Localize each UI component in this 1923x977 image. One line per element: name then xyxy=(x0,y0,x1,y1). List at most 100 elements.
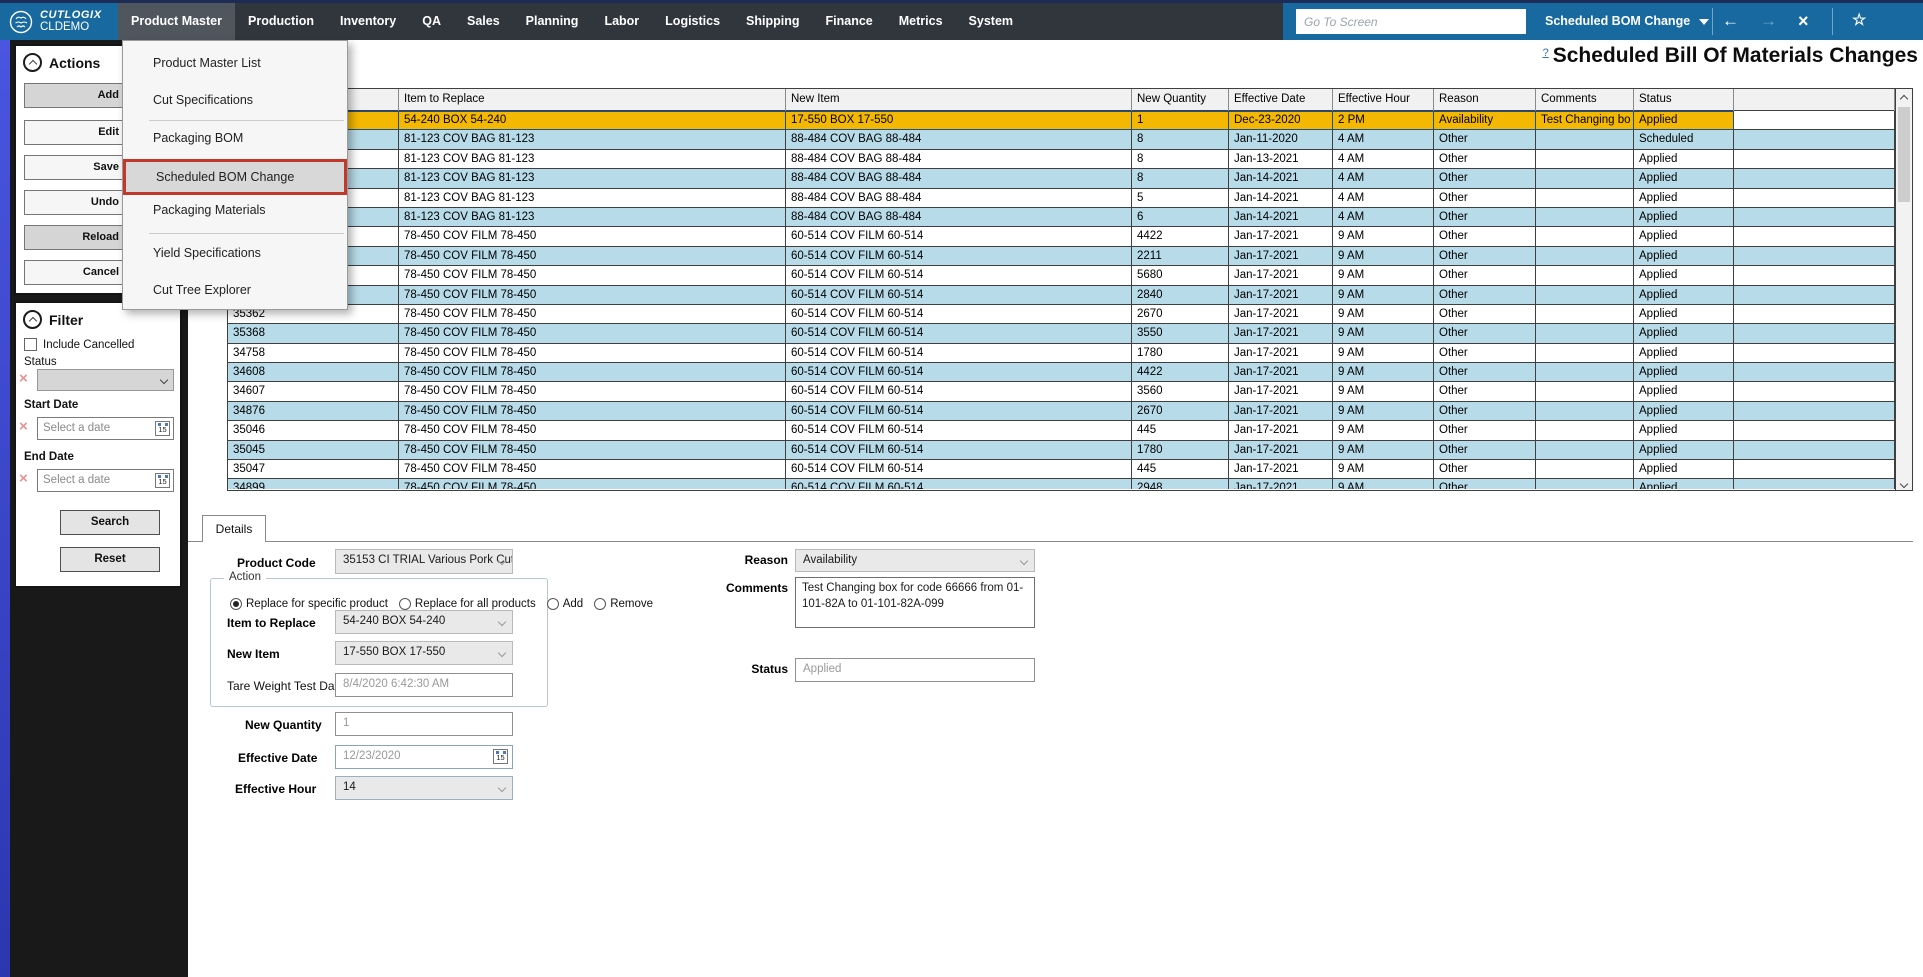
column-header-effective-date[interactable]: Effective Date xyxy=(1229,89,1333,111)
effective-date-input[interactable]: 12/23/2020 15 xyxy=(335,745,513,769)
cell-id: 35047 xyxy=(228,460,399,479)
menu-item-product-master-list[interactable]: Product Master List xyxy=(123,47,347,80)
menu-item-cut-tree-explorer[interactable]: Cut Tree Explorer xyxy=(123,274,347,307)
scroll-down-button[interactable] xyxy=(1896,474,1912,490)
table-row[interactable]: 3489978-450 COV FILM 78-45060-514 COV FI… xyxy=(228,479,1895,489)
table-row[interactable]: 81-123 COV BAG 81-12388-484 COV BAG 88-4… xyxy=(228,189,1895,208)
cell-hour: 9 AM xyxy=(1333,305,1434,324)
vertical-scrollbar[interactable] xyxy=(1895,89,1912,490)
topbar-menu-system[interactable]: System xyxy=(956,3,1026,40)
clear-status-icon[interactable]: × xyxy=(19,368,28,390)
radio-option-remove[interactable]: Remove xyxy=(594,598,653,610)
table-row[interactable]: 81-123 COV BAG 81-12388-484 COV BAG 88-4… xyxy=(228,150,1895,169)
table-row[interactable]: 3536278-450 COV FILM 78-45060-514 COV FI… xyxy=(228,305,1895,324)
collapse-filter-icon[interactable] xyxy=(23,310,42,329)
column-header-status[interactable]: Status xyxy=(1634,89,1734,111)
start-date-input[interactable]: Select a date 15 xyxy=(37,417,174,440)
cell-extra xyxy=(1734,169,1895,188)
table-row[interactable]: 3475878-450 COV FILM 78-45060-514 COV FI… xyxy=(228,344,1895,363)
topbar-menu-product-master[interactable]: Product Master xyxy=(118,3,235,40)
column-header-item-to-replace[interactable]: Item to Replace xyxy=(399,89,786,111)
table-row[interactable]: 3460878-450 COV FILM 78-45060-514 COV FI… xyxy=(228,363,1895,382)
radio-option-add[interactable]: Add xyxy=(547,598,583,610)
scrollbar-thumb[interactable] xyxy=(1898,107,1910,202)
radio-option-replace-for-specific-product[interactable]: Replace for specific product xyxy=(230,598,388,610)
column-header-new-quantity[interactable]: New Quantity xyxy=(1132,89,1229,111)
table-row[interactable]: 3460778-450 COV FILM 78-45060-514 COV FI… xyxy=(228,382,1895,401)
search-button[interactable]: Search xyxy=(60,510,160,535)
new-quantity-input[interactable]: 1 xyxy=(335,712,513,736)
topbar-menu-logistics[interactable]: Logistics xyxy=(652,3,733,40)
clear-start-date-icon[interactable]: × xyxy=(19,416,28,438)
product-code-dropdown[interactable]: 35153 CI TRIAL Various Pork Cuts xyxy=(335,549,513,574)
table-row[interactable]: 81-123 COV BAG 81-12388-484 COV BAG 88-4… xyxy=(228,208,1895,227)
tare-weight-test-date-input[interactable]: 8/4/2020 6:42:30 AM xyxy=(335,673,513,697)
end-date-input[interactable]: Select a date 15 xyxy=(37,469,174,492)
clear-end-date-icon[interactable]: × xyxy=(19,468,28,490)
topbar-menu-metrics[interactable]: Metrics xyxy=(886,3,956,40)
screen-selector-dropdown[interactable]: Scheduled BOM Change xyxy=(1545,3,1709,40)
collapse-actions-icon[interactable] xyxy=(23,53,42,72)
calendar-icon[interactable]: 15 xyxy=(155,473,170,488)
table-row[interactable]: 78-450 COV FILM 78-45060-514 COV FILM 60… xyxy=(228,227,1895,246)
radio-unselected-icon xyxy=(547,598,559,610)
topbar-menu-finance[interactable]: Finance xyxy=(813,3,886,40)
cell-id: 34899 xyxy=(228,479,399,489)
scroll-up-button[interactable] xyxy=(1896,89,1912,105)
topbar-menu-labor[interactable]: Labor xyxy=(591,3,652,40)
reason-dropdown[interactable]: Availability xyxy=(795,549,1035,572)
table-row[interactable]: 81-123 COV BAG 81-12388-484 COV BAG 88-4… xyxy=(228,130,1895,149)
tab-details[interactable]: Details xyxy=(202,515,266,542)
menu-item-packaging-materials[interactable]: Packaging Materials xyxy=(123,194,347,227)
status-input[interactable]: Applied xyxy=(795,658,1035,682)
cell-comments xyxy=(1536,227,1634,246)
table-row[interactable]: 3504578-450 COV FILM 78-45060-514 COV FI… xyxy=(228,441,1895,460)
table-row[interactable]: 78-450 COV FILM 78-45060-514 COV FILM 60… xyxy=(228,266,1895,285)
favorite-star-icon[interactable]: ☆ xyxy=(1852,3,1866,40)
table-row[interactable]: 3487678-450 COV FILM 78-45060-514 COV FI… xyxy=(228,402,1895,421)
menu-item-cut-specifications[interactable]: Cut Specifications xyxy=(123,84,347,117)
menu-item-scheduled-bom-change[interactable]: Scheduled BOM Change xyxy=(123,159,347,195)
menu-item-yield-specifications[interactable]: Yield Specifications xyxy=(123,237,347,270)
column-header-comments[interactable]: Comments xyxy=(1536,89,1634,111)
divider xyxy=(1832,8,1833,35)
topbar-menu-qa[interactable]: QA xyxy=(409,3,454,40)
topbar-menu-planning[interactable]: Planning xyxy=(513,3,592,40)
radio-selected-icon xyxy=(230,598,242,610)
radio-option-replace-for-all-products[interactable]: Replace for all products xyxy=(399,598,536,610)
comments-textarea[interactable]: Test Changing box for code 66666 from 01… xyxy=(795,577,1035,628)
calendar-icon[interactable]: 15 xyxy=(155,421,170,436)
topbar-menu-inventory[interactable]: Inventory xyxy=(327,3,409,40)
status-filter-dropdown[interactable] xyxy=(37,369,174,391)
column-header-effective-hour[interactable]: Effective Hour xyxy=(1333,89,1434,111)
table-row[interactable]: 54-240 BOX 54-24017-550 BOX 17-5501Dec-2… xyxy=(228,111,1895,130)
forward-button[interactable]: → xyxy=(1760,3,1777,40)
new-item-dropdown[interactable]: 17-550 BOX 17-550 xyxy=(335,641,513,665)
topbar-menu-shipping[interactable]: Shipping xyxy=(733,3,812,40)
table-row[interactable]: 78-450 COV FILM 78-45060-514 COV FILM 60… xyxy=(228,286,1895,305)
column-header-reason[interactable]: Reason xyxy=(1434,89,1536,111)
column-header-new-item[interactable]: New Item xyxy=(786,89,1132,111)
close-icon[interactable]: × xyxy=(1798,3,1809,40)
cell-date: Jan-17-2021 xyxy=(1229,421,1333,440)
column-header-9[interactable] xyxy=(1734,89,1895,111)
cell-reason: Other xyxy=(1434,363,1536,382)
table-row[interactable]: 78-450 COV FILM 78-45060-514 COV FILM 60… xyxy=(228,247,1895,266)
cell-hour: 9 AM xyxy=(1333,227,1434,246)
back-button[interactable]: ← xyxy=(1722,3,1739,40)
cell-date: Jan-17-2021 xyxy=(1229,441,1333,460)
help-link[interactable]: ? xyxy=(1543,47,1549,59)
topbar-menu-production[interactable]: Production xyxy=(235,3,327,40)
effective-hour-dropdown[interactable]: 14 xyxy=(335,776,513,800)
include-cancelled-checkbox[interactable] xyxy=(24,338,37,351)
table-row[interactable]: 3504778-450 COV FILM 78-45060-514 COV FI… xyxy=(228,460,1895,479)
table-row[interactable]: 81-123 COV BAG 81-12388-484 COV BAG 88-4… xyxy=(228,169,1895,188)
item-to-replace-dropdown[interactable]: 54-240 BOX 54-240 xyxy=(335,610,513,634)
goto-screen-input[interactable] xyxy=(1296,9,1526,34)
table-row[interactable]: 3504678-450 COV FILM 78-45060-514 COV FI… xyxy=(228,421,1895,440)
reset-button[interactable]: Reset xyxy=(60,547,160,572)
topbar-menu-sales[interactable]: Sales xyxy=(454,3,513,40)
menu-item-packaging-bom[interactable]: Packaging BOM xyxy=(123,122,347,155)
calendar-icon[interactable]: 15 xyxy=(493,749,508,764)
table-row[interactable]: 3536878-450 COV FILM 78-45060-514 COV FI… xyxy=(228,324,1895,343)
